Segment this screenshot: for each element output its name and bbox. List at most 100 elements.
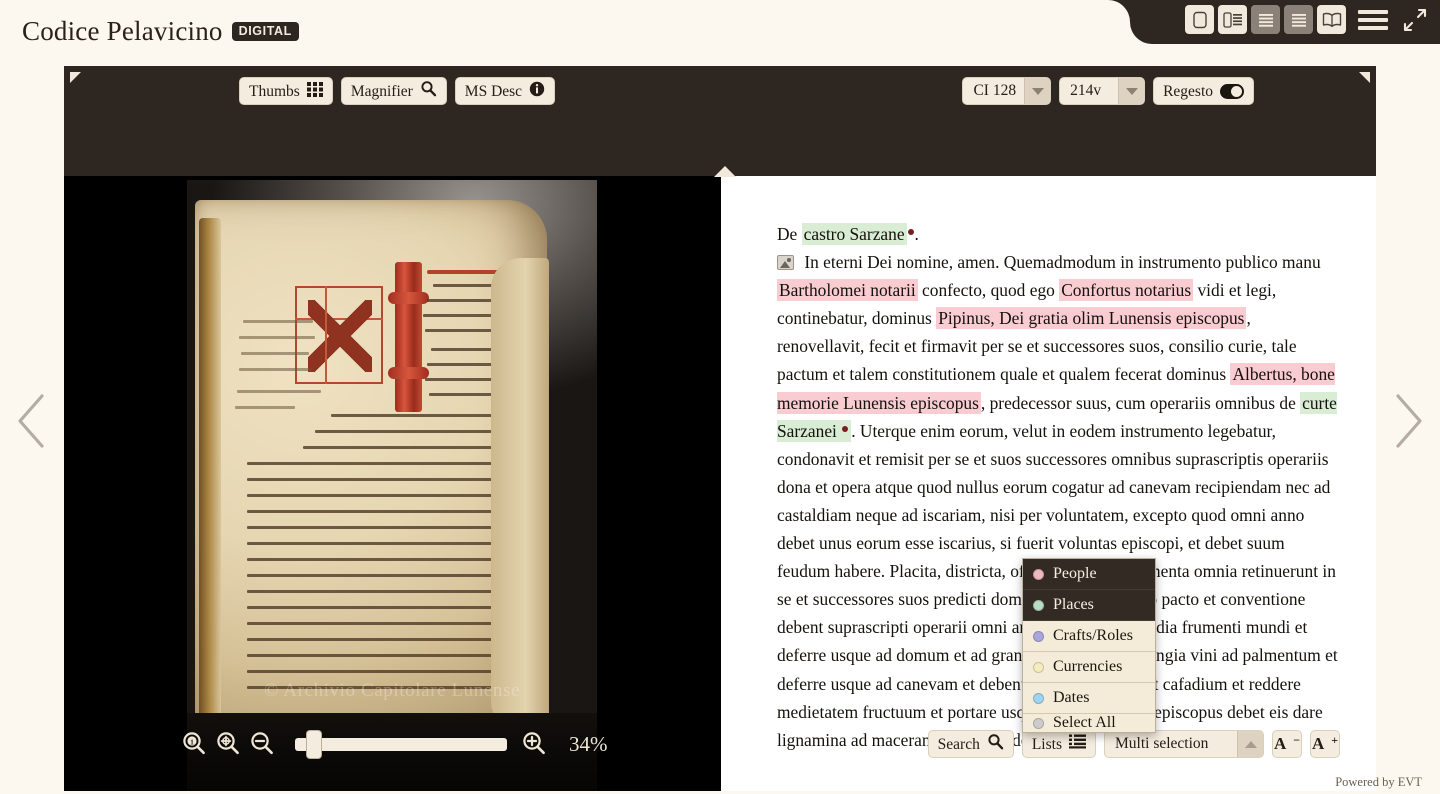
fullscreen-expand-icon[interactable] xyxy=(1402,7,1428,33)
manuscript-select-value: CI 128 xyxy=(973,82,1017,99)
entity-color-swatch-icon xyxy=(1033,599,1044,611)
manuscript-folio xyxy=(195,200,549,778)
manuscript-photo[interactable]: © Archivio Capitolare Lunense xyxy=(187,180,597,791)
entity-color-swatch-icon xyxy=(1033,630,1044,642)
dropdown-item-label: Currencies xyxy=(1053,658,1123,675)
chevron-down-icon[interactable] xyxy=(1118,78,1145,104)
search-icon xyxy=(987,733,1004,755)
person-entity[interactable]: Pipinus, Dei gratia olim Lunensis episco… xyxy=(936,307,1247,330)
zoom-actual-size-icon[interactable]: 1 xyxy=(179,730,213,758)
image-link-icon[interactable] xyxy=(777,255,794,271)
page-title: Codice Pelavicino DIGITAL xyxy=(22,16,299,47)
person-entity[interactable]: Albertus, bone memorie Lunensis episcopu… xyxy=(777,363,1335,414)
viewer-top-toolbar: Thumbs Magnifier MS Desc CI 128 214v Reg… xyxy=(64,66,1376,116)
dropdown-item-people[interactable]: People xyxy=(1023,559,1155,590)
font-decrease-label: A xyxy=(1273,734,1287,753)
next-page-button[interactable] xyxy=(1388,390,1428,452)
single-image-view-icon[interactable] xyxy=(1185,5,1214,34)
zoom-fit-screen-icon[interactable] xyxy=(213,730,247,758)
grid-icon xyxy=(306,81,323,102)
dropdown-item-label: Places xyxy=(1053,596,1094,613)
entity-color-swatch-icon xyxy=(1033,717,1044,729)
folio-gutter xyxy=(199,218,221,778)
selection-mode-select[interactable]: Multi selection xyxy=(1104,730,1264,758)
place-entity[interactable]: castro Sarzane xyxy=(801,223,907,245)
manuscript-image-pane[interactable]: © Archivio Capitolare Lunense xyxy=(64,176,721,791)
chevron-up-icon[interactable] xyxy=(1237,731,1263,757)
text-image-view-icon[interactable] xyxy=(1284,5,1313,34)
image-tools-group: Thumbs Magnifier MS Desc xyxy=(239,77,556,105)
info-icon xyxy=(529,81,545,102)
dropdown-item-crafts-roles[interactable]: Crafts/Roles xyxy=(1023,621,1155,652)
zoom-slider-handle[interactable] xyxy=(307,730,321,758)
lists-button[interactable]: Lists xyxy=(1021,730,1096,758)
magnifier-icon xyxy=(420,80,437,102)
chevron-down-icon[interactable] xyxy=(1024,78,1051,104)
person-entity[interactable]: Bartholomei notarii xyxy=(777,279,918,302)
magnifier-button[interactable]: Magnifier xyxy=(340,77,447,105)
note-marker-icon[interactable] xyxy=(907,229,914,235)
transcription-heading: De castro Sarzane. xyxy=(777,220,1342,248)
search-label: Search xyxy=(937,735,980,753)
zoom-controls-group: 1 34% xyxy=(179,730,608,758)
thumbs-button[interactable]: Thumbs xyxy=(239,77,333,105)
view-mode-group xyxy=(1185,5,1428,34)
lists-label: Lists xyxy=(1031,735,1062,753)
dropdown-item-dates[interactable]: Dates xyxy=(1023,683,1155,714)
text-tools-group: Search Lists Multi selection A − A + xyxy=(927,730,1340,758)
magnifier-label: Magnifier xyxy=(350,82,413,100)
entity-color-swatch-icon xyxy=(1033,661,1044,673)
app-header: Codice Pelavicino DIGITAL xyxy=(0,0,1440,58)
list-icon xyxy=(1069,734,1086,754)
zoom-percent-label: 34% xyxy=(569,731,608,756)
document-selectors-group: CI 128 214v Regesto xyxy=(962,77,1254,105)
entity-color-swatch-icon xyxy=(1033,568,1044,580)
zoom-out-icon[interactable] xyxy=(247,730,281,758)
person-entity[interactable]: Confortus notarius xyxy=(1059,279,1194,302)
dropdown-item-currencies[interactable]: Currencies xyxy=(1023,652,1155,683)
book-reader-view-icon[interactable] xyxy=(1317,5,1346,34)
zoom-slider[interactable] xyxy=(295,730,507,758)
thumbs-label: Thumbs xyxy=(249,82,300,100)
selection-mode-value: Multi selection xyxy=(1115,735,1209,752)
regesto-toggle-button[interactable]: Regesto xyxy=(1153,77,1254,105)
entity-filter-dropdown[interactable]: People Places Crafts/Roles Currencies Dates S… xyxy=(1022,558,1156,733)
ms-desc-button[interactable]: MS Desc xyxy=(454,77,556,105)
dropdown-item-label: Select All xyxy=(1053,714,1116,731)
viewer-panes: © Archivio Capitolare Lunense De castro … xyxy=(64,176,1376,791)
powered-by-label: Powered by EVT xyxy=(1335,775,1422,789)
viewer-bottom-toolbar: 1 34% Search Lists Multi selection A − A… xyxy=(64,716,1376,772)
previous-page-button[interactable] xyxy=(12,390,52,452)
font-increase-label: A xyxy=(1311,734,1325,753)
increase-font-button[interactable]: A + xyxy=(1310,730,1340,758)
heading-prefix: De xyxy=(777,224,802,244)
dropdown-item-label: Crafts/Roles xyxy=(1053,627,1133,644)
text-text-view-icon[interactable] xyxy=(1251,5,1280,34)
svg-text:1: 1 xyxy=(190,737,194,746)
zoom-in-icon[interactable] xyxy=(519,730,553,758)
dropdown-item-label: Dates xyxy=(1053,689,1090,706)
regesto-label: Regesto xyxy=(1163,82,1213,100)
brand-name: Codice Pelavicino xyxy=(22,16,223,46)
facing-page xyxy=(491,258,549,728)
evt-viewer-app: Codice Pelavicino DIGITAL Thumbs Magnifi… xyxy=(0,0,1440,794)
dropdown-item-places[interactable]: Places xyxy=(1023,590,1155,621)
toggle-switch-icon[interactable] xyxy=(1220,83,1244,99)
manuscript-select[interactable]: CI 128 xyxy=(962,77,1052,105)
image-text-view-icon[interactable] xyxy=(1218,5,1247,34)
decorated-initial xyxy=(388,262,429,412)
font-increase-sign: + xyxy=(1331,732,1339,747)
hamburger-menu-icon[interactable] xyxy=(1358,5,1388,34)
brand-badge: DIGITAL xyxy=(231,22,299,41)
viewer-frame: Thumbs Magnifier MS Desc CI 128 214v Reg… xyxy=(64,66,1376,791)
heading-suffix: . xyxy=(914,224,919,244)
folio-select[interactable]: 214v xyxy=(1059,77,1146,105)
search-button[interactable]: Search xyxy=(927,730,1014,758)
font-decrease-sign: − xyxy=(1293,732,1301,747)
decrease-font-button[interactable]: A − xyxy=(1272,730,1302,758)
ms-desc-label: MS Desc xyxy=(464,82,523,100)
entity-color-swatch-icon xyxy=(1033,692,1044,704)
dropdown-item-select-all[interactable]: Select All xyxy=(1023,714,1155,732)
note-marker-icon[interactable] xyxy=(842,425,849,432)
collapse-panel-arrow-icon[interactable] xyxy=(714,166,736,177)
